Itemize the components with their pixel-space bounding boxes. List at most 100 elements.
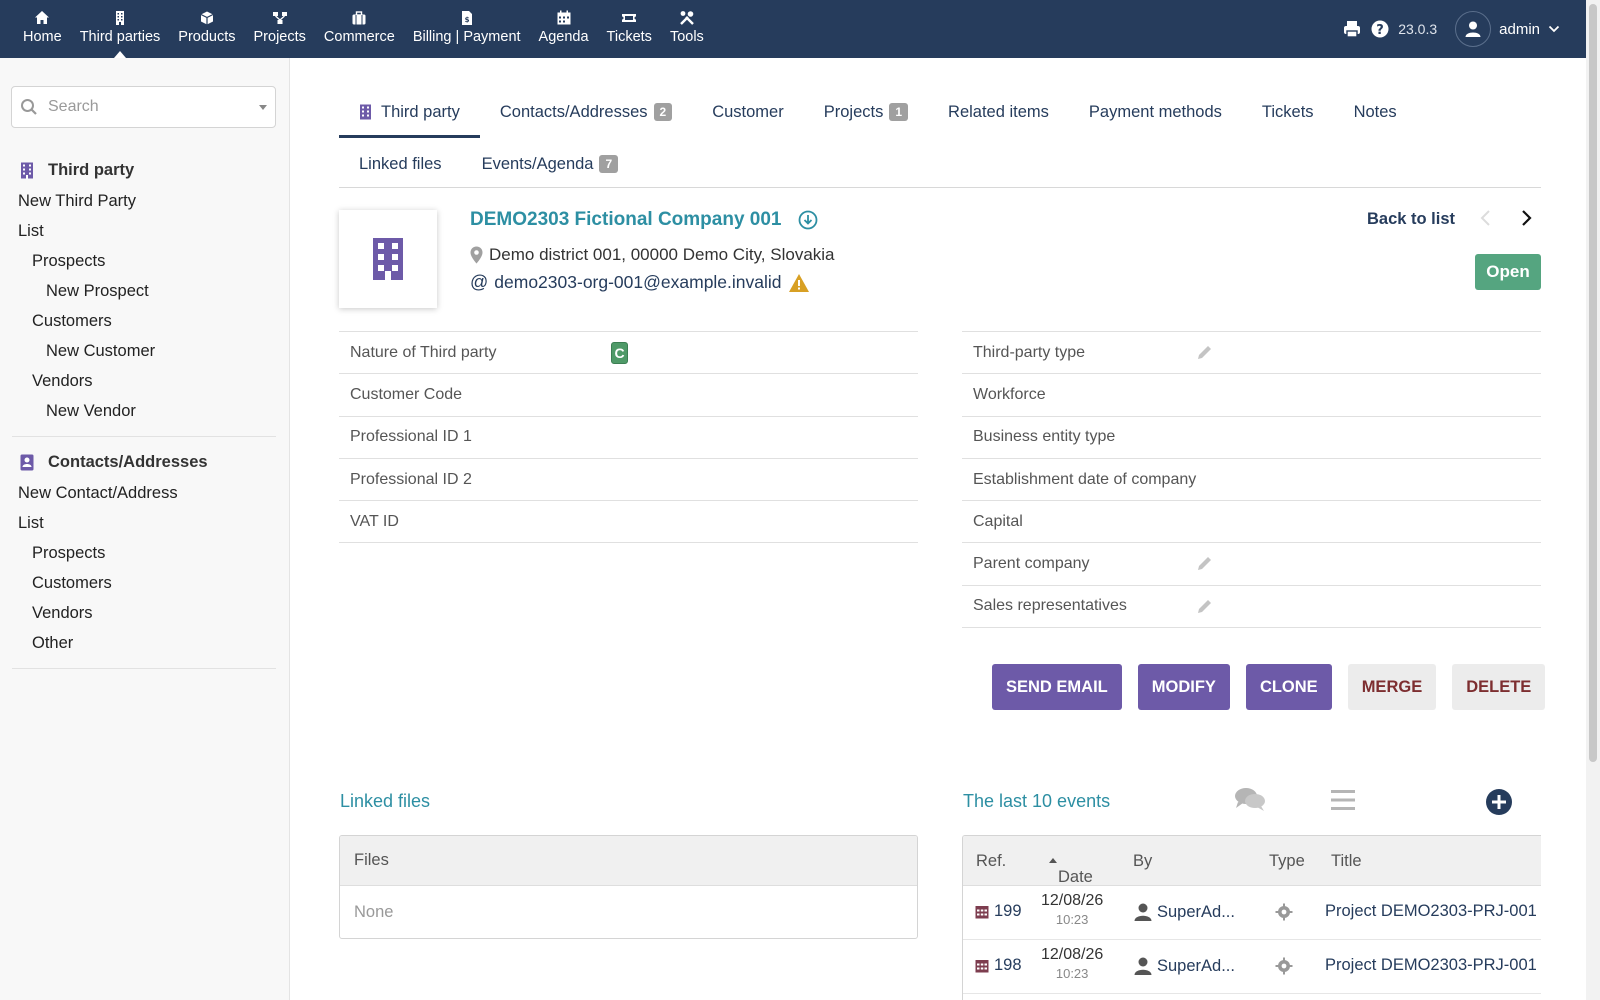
event-title[interactable]: Project DEMO2303-PRJ-001 <box>1325 902 1541 921</box>
delete-button[interactable]: DELETE <box>1452 664 1546 710</box>
merge-button[interactable]: MERGE <box>1347 664 1437 710</box>
search-input[interactable] <box>48 98 248 116</box>
topnav-commerce[interactable]: Commerce <box>315 0 404 58</box>
files-empty: None <box>354 902 394 921</box>
field-professional-id-2: Professional ID 2 <box>339 459 918 502</box>
event-title[interactable]: Project DEMO2303-PRJ-001 <box>1325 956 1541 975</box>
sidebar-item-vendors[interactable]: Vendors <box>0 598 290 628</box>
tab-tickets[interactable]: Tickets <box>1242 88 1334 136</box>
topnav-third-parties[interactable]: Third parties <box>71 0 170 58</box>
user-name[interactable]: admin <box>1499 21 1540 38</box>
sidebar-item-prospects[interactable]: Prospects <box>0 246 290 276</box>
sidebar-item-customers[interactable]: Customers <box>0 306 290 336</box>
company-logo[interactable] <box>339 210 437 308</box>
tab-contacts-addresses[interactable]: Contacts/Addresses 2 <box>480 88 692 136</box>
tab-payment-methods[interactable]: Payment methods <box>1069 88 1242 136</box>
topnav-tickets[interactable]: Tickets <box>598 0 661 58</box>
download-icon[interactable] <box>798 210 818 230</box>
col-type[interactable]: Type <box>1269 852 1305 871</box>
chevron-left-icon[interactable] <box>1479 208 1493 228</box>
sidebar-item-customers[interactable]: Customers <box>0 568 290 598</box>
events-title[interactable]: The last 10 events <box>963 791 1110 812</box>
avatar[interactable] <box>1455 11 1492 47</box>
topnav-tools[interactable]: Tools <box>661 0 713 58</box>
help-icon[interactable]: ? <box>1370 19 1390 39</box>
event-date-time: 10:23 <box>1055 912 1089 927</box>
building-icon <box>360 104 371 120</box>
event-by[interactable]: SuperAd... <box>1133 956 1235 976</box>
page-scrollbar[interactable] <box>1586 0 1600 1000</box>
sidebar-divider <box>12 668 276 669</box>
sidebar-item-prospects[interactable]: Prospects <box>0 538 290 568</box>
home-icon <box>35 11 50 24</box>
tab-events-agenda[interactable]: Events/Agenda 7 <box>462 140 639 188</box>
pencil-icon[interactable] <box>1196 344 1213 361</box>
event-date-day: 12/08/26 <box>1041 946 1104 963</box>
field-label: VAT ID <box>350 512 399 530</box>
event-ref[interactable]: 199 <box>975 902 1022 921</box>
sidebar-item-other[interactable]: Other <box>0 628 290 658</box>
email-link[interactable]: demo2303-org-001@example.invalid <box>494 272 781 293</box>
back-to-list-link[interactable]: Back to list <box>1367 210 1455 229</box>
topnav-commerce-label: Commerce <box>323 29 395 45</box>
tab-linked-files[interactable]: Linked files <box>339 140 462 188</box>
map-marker-icon <box>470 246 483 264</box>
pencil-icon[interactable] <box>1196 598 1213 615</box>
field-sales-representatives: Sales representatives <box>962 586 1541 629</box>
linked-files-title[interactable]: Linked files <box>340 791 430 812</box>
files-header: Files <box>340 836 917 886</box>
search-dropdown-caret[interactable] <box>259 105 267 110</box>
col-title[interactable]: Title <box>1331 852 1362 871</box>
clone-button[interactable]: CLONE <box>1245 664 1332 710</box>
sort-asc-icon <box>1049 858 1057 863</box>
sidebar-item-new-customer[interactable]: New Customer <box>0 336 290 366</box>
sidebar-section-third-party: Third party New Third Party List Prospec… <box>0 154 290 426</box>
chevron-right-icon[interactable] <box>1519 208 1533 228</box>
col-by[interactable]: By <box>1133 852 1152 871</box>
scrollbar-thumb[interactable] <box>1589 4 1597 762</box>
topnav-billing[interactable]: $ Billing | Payment <box>404 0 530 58</box>
sidebar-item-new-contact[interactable]: New Contact/Address <box>0 478 290 508</box>
add-event-icon[interactable] <box>1485 788 1513 816</box>
search-box[interactable] <box>11 86 276 128</box>
list-view-icon[interactable] <box>1330 789 1356 811</box>
suitcase-icon <box>352 11 366 25</box>
sidebar-item-list[interactable]: List <box>0 216 290 246</box>
send-email-button[interactable]: SEND EMAIL <box>992 664 1122 710</box>
topnav-projects[interactable]: Projects <box>245 0 315 58</box>
sidebar-item-list[interactable]: List <box>0 508 290 538</box>
field-third-party-type: Third-party type <box>962 332 1541 375</box>
tab-third-party[interactable]: Third party <box>339 88 480 138</box>
sidebar-heading-third-party[interactable]: Third party <box>0 154 290 186</box>
sidebar-heading-label: Third party <box>48 160 135 179</box>
fields-left: Nature of Third party C Customer Code Pr… <box>339 331 918 544</box>
chevron-down-icon[interactable] <box>1548 24 1560 34</box>
field-label: Workforce <box>973 385 1046 403</box>
tab-notes[interactable]: Notes <box>1334 88 1417 136</box>
sidebar-item-vendors[interactable]: Vendors <box>0 366 290 396</box>
topnav-agenda[interactable]: Agenda <box>530 0 598 58</box>
sidebar-item-new-vendor[interactable]: New Vendor <box>0 396 290 426</box>
col-date[interactable]: Date <box>1048 852 1093 886</box>
event-by[interactable]: SuperAd... <box>1133 902 1235 922</box>
pencil-icon[interactable] <box>1196 555 1213 572</box>
topnav-home[interactable]: Home <box>14 0 71 58</box>
modify-button[interactable]: MODIFY <box>1137 664 1230 710</box>
col-ref[interactable]: Ref. <box>976 852 1006 871</box>
event-ref[interactable]: 198 <box>975 956 1022 975</box>
tab-customer[interactable]: Customer <box>692 88 804 136</box>
topnav-projects-label: Projects <box>253 29 306 45</box>
top-navbar: Home Third parties Products Projects Com… <box>0 0 1600 58</box>
comments-icon[interactable] <box>1234 786 1266 814</box>
sidebar-item-new-third-party[interactable]: New Third Party <box>0 186 290 216</box>
field-vat-id: VAT ID <box>339 501 918 544</box>
top-nav-menu: Home Third parties Products Projects Com… <box>14 0 713 58</box>
sidebar-item-new-prospect[interactable]: New Prospect <box>0 276 290 306</box>
tab-projects[interactable]: Projects 1 <box>804 88 928 136</box>
event-ref-text: 198 <box>994 956 1022 974</box>
contact-card-icon <box>20 454 34 470</box>
tab-related-items[interactable]: Related items <box>928 88 1069 136</box>
print-icon[interactable] <box>1342 19 1362 39</box>
topnav-products[interactable]: Products <box>169 0 244 58</box>
sidebar-heading-contacts[interactable]: Contacts/Addresses <box>0 446 290 478</box>
